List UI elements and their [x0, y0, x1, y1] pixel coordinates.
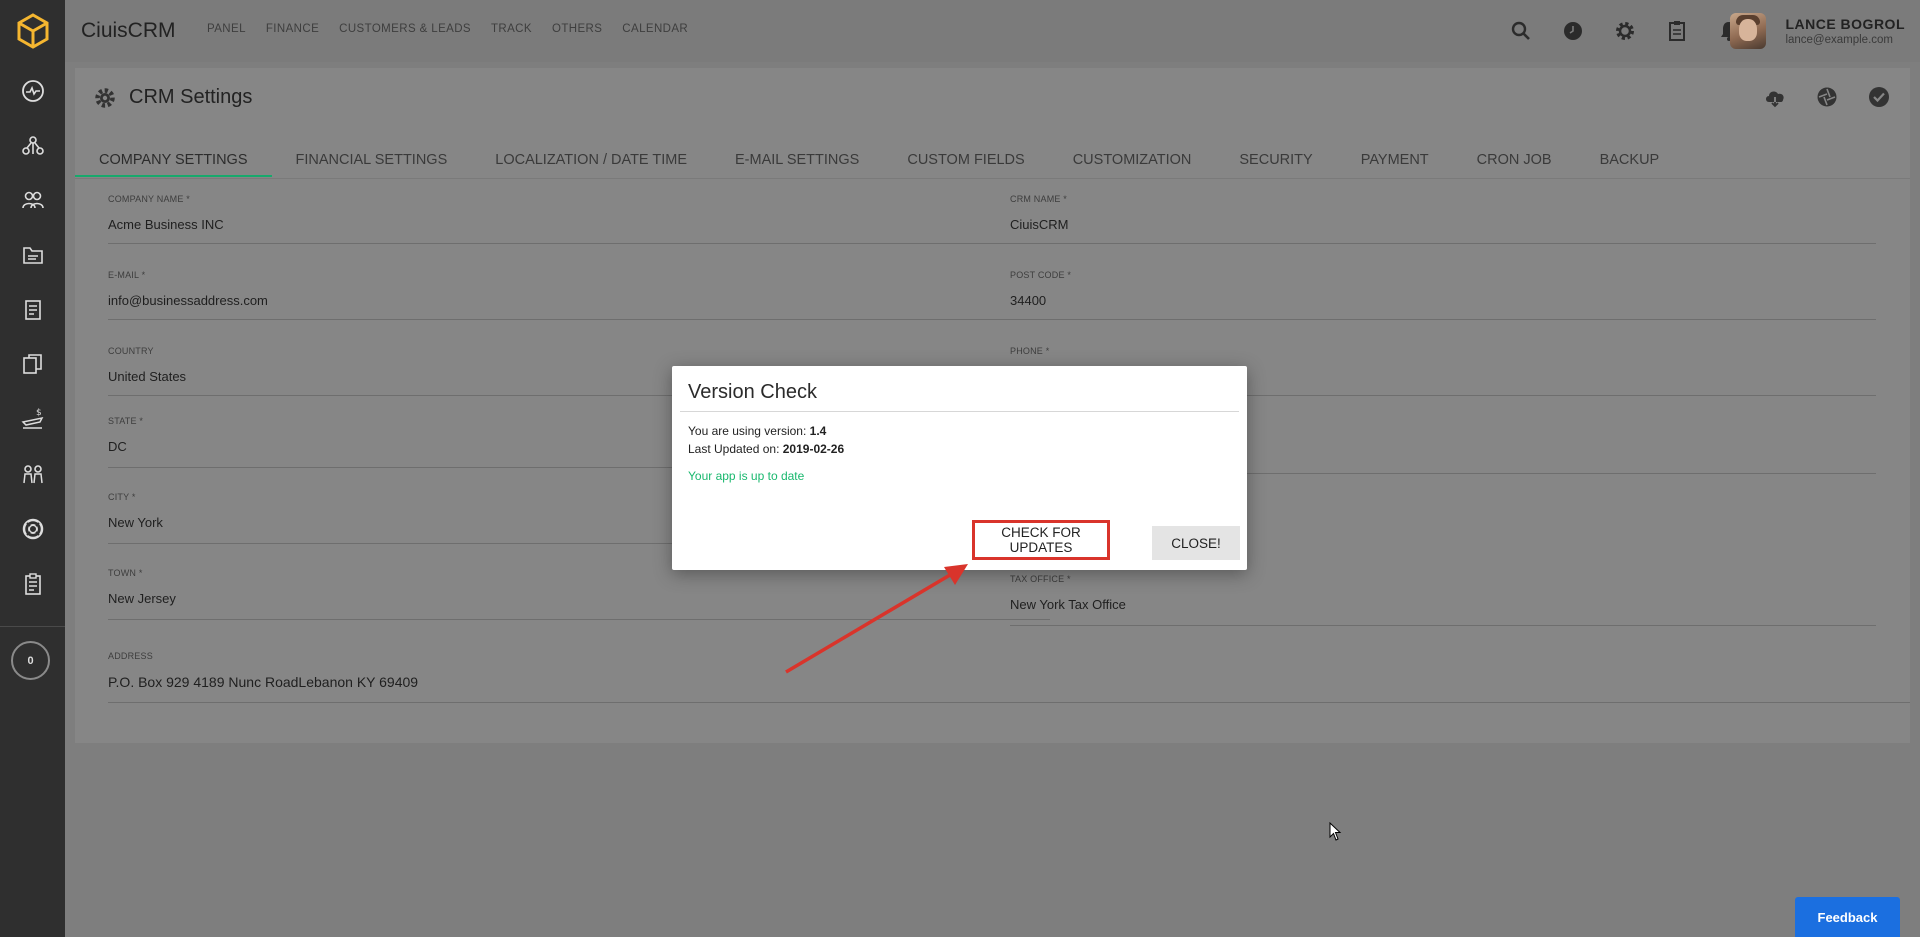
email-field[interactable]: E-MAIL * info@businessaddress.com [108, 270, 1050, 320]
email-value[interactable]: info@businessaddress.com [108, 293, 1050, 308]
sidebar-divider [0, 626, 65, 627]
documents-icon [24, 300, 41, 320]
post-code-field[interactable]: POST CODE * 34400 [1010, 270, 1876, 320]
modal-divider [680, 411, 1239, 412]
nav-track[interactable]: TRACK [491, 23, 532, 35]
sidebar-item-proposals[interactable] [0, 342, 65, 386]
address-label: ADDRESS [108, 651, 153, 661]
sidebar-item-support[interactable] [0, 507, 65, 551]
tab-cron-job[interactable]: CRON JOB [1453, 144, 1576, 177]
app-name[interactable]: CiuisCRM [81, 19, 176, 43]
company-name-value[interactable]: Acme Business INC [108, 217, 1050, 232]
version-value: 1.4 [809, 424, 827, 438]
phone-label: PHONE * [1010, 346, 1050, 356]
nav-customers-leads[interactable]: CUSTOMERS & LEADS [339, 23, 471, 35]
post-code-label: POST CODE * [1010, 270, 1072, 280]
company-name-field[interactable]: COMPANY NAME * Acme Business INC [108, 194, 1050, 244]
search-icon[interactable] [1508, 18, 1534, 44]
nav-others[interactable]: OTHERS [552, 23, 602, 35]
tax-office-value[interactable]: New York Tax Office [1010, 597, 1876, 612]
aperture-icon[interactable] [1814, 84, 1840, 110]
clipboard-icon [24, 573, 41, 595]
top-bar: CiuisCRM PANEL FINANCE CUSTOMERS & LEADS… [65, 0, 1920, 62]
version-line: You are using version: 1.4 [688, 424, 826, 438]
tax-office-label: TAX OFFICE * [1010, 574, 1071, 584]
gear-icon[interactable] [1612, 18, 1638, 44]
sidebar-item-expenses[interactable]: $ [0, 397, 65, 441]
nav-panel[interactable]: PANEL [207, 23, 246, 35]
network-icon [21, 136, 44, 155]
tab-payment[interactable]: PAYMENT [1337, 144, 1453, 177]
plane-dollar-icon: $ [20, 408, 43, 429]
crm-name-value[interactable]: CiuisCRM [1010, 217, 1876, 232]
sidebar-item-customers[interactable] [0, 178, 65, 222]
clock-icon[interactable] [1560, 18, 1586, 44]
version-check-modal: Version Check You are using version: 1.4… [672, 366, 1247, 570]
top-navigation: PANEL FINANCE CUSTOMERS & LEADS TRACK OT… [207, 23, 688, 35]
tab-company-settings[interactable]: COMPANY SETTINGS [75, 144, 272, 177]
feedback-button[interactable]: Feedback [1795, 897, 1900, 937]
tab-backup[interactable]: BACKUP [1576, 144, 1684, 177]
updated-value: 2019-02-26 [782, 442, 845, 456]
sidebar: $ 0 [0, 0, 65, 937]
settings-gear-icon [95, 88, 115, 108]
folder-icon [22, 247, 43, 264]
sidebar-item-staff[interactable] [0, 452, 65, 496]
pulse-icon [21, 80, 44, 102]
nav-finance[interactable]: FINANCE [266, 23, 319, 35]
modal-title: Version Check [688, 381, 817, 403]
top-actions [1508, 18, 1742, 44]
nav-calendar[interactable]: CALENDAR [622, 23, 688, 35]
company-name-label: COMPANY NAME * [108, 194, 190, 204]
sidebar-item-leads[interactable] [0, 124, 65, 168]
svg-text:$: $ [36, 408, 42, 418]
version-prefix: You are using version: [688, 424, 807, 438]
tax-office-field[interactable]: TAX OFFICE * New York Tax Office [1010, 574, 1876, 626]
email-label: E-MAIL * [108, 270, 146, 280]
town-value[interactable]: New Jersey [108, 591, 1050, 606]
close-button[interactable]: CLOSE! [1152, 526, 1240, 560]
settings-tabs: COMPANY SETTINGS FINANCIAL SETTINGS LOCA… [75, 144, 1683, 178]
crm-name-field[interactable]: CRM NAME * CiuisCRM [1010, 194, 1876, 244]
mouse-cursor-icon [1329, 822, 1342, 841]
lifebuoy-icon [22, 518, 43, 540]
timer-count: 0 [27, 654, 34, 667]
tab-financial-settings[interactable]: FINANCIAL SETTINGS [272, 144, 472, 177]
sidebar-item-projects[interactable] [0, 233, 65, 277]
tab-custom-fields[interactable]: CUSTOM FIELDS [883, 144, 1048, 177]
page-title: CRM Settings [129, 86, 253, 108]
sidebar-item-tasks[interactable] [0, 562, 65, 606]
tab-customization[interactable]: CUSTOMIZATION [1049, 144, 1216, 177]
sidebar-item-invoices[interactable] [0, 288, 65, 332]
tab-email-settings[interactable]: E-MAIL SETTINGS [711, 144, 883, 177]
check-circle-icon[interactable] [1866, 84, 1892, 110]
tab-localization[interactable]: LOCALIZATION / DATE TIME [471, 144, 711, 177]
address-value[interactable]: P.O. Box 929 4189 Nunc RoadLebanon KY 69… [108, 674, 1910, 690]
post-code-value[interactable]: 34400 [1010, 293, 1876, 308]
copy-icon [22, 354, 42, 374]
sidebar-item-dashboard[interactable] [0, 69, 65, 113]
tab-security[interactable]: SECURITY [1215, 144, 1336, 177]
address-field[interactable]: ADDRESS P.O. Box 929 4189 Nunc RoadLeban… [108, 651, 1910, 703]
cloud-download-icon[interactable] [1762, 84, 1788, 110]
updated-line: Last Updated on: 2019-02-26 [688, 442, 844, 456]
updated-prefix: Last Updated on: [688, 442, 780, 456]
app-logo-icon[interactable] [0, 0, 65, 62]
header-actions [1762, 84, 1892, 110]
check-for-updates-button[interactable]: CHECK FOR UPDATES [972, 520, 1110, 560]
timer-button[interactable]: 0 [11, 641, 50, 680]
user-name[interactable]: LANCE BOGROL [1785, 16, 1905, 32]
user-email: lance@example.com [1785, 34, 1893, 46]
avatar[interactable] [1730, 13, 1766, 49]
users-icon [21, 191, 44, 209]
team-icon [22, 465, 43, 484]
country-label: COUNTRY [108, 346, 154, 356]
town-field[interactable]: TOWN * New Jersey [108, 568, 1050, 620]
crm-name-label: CRM NAME * [1010, 194, 1068, 204]
clipboard-icon[interactable] [1664, 18, 1690, 44]
tabs-divider [75, 178, 1910, 179]
update-status: Your app is up to date [688, 469, 805, 483]
